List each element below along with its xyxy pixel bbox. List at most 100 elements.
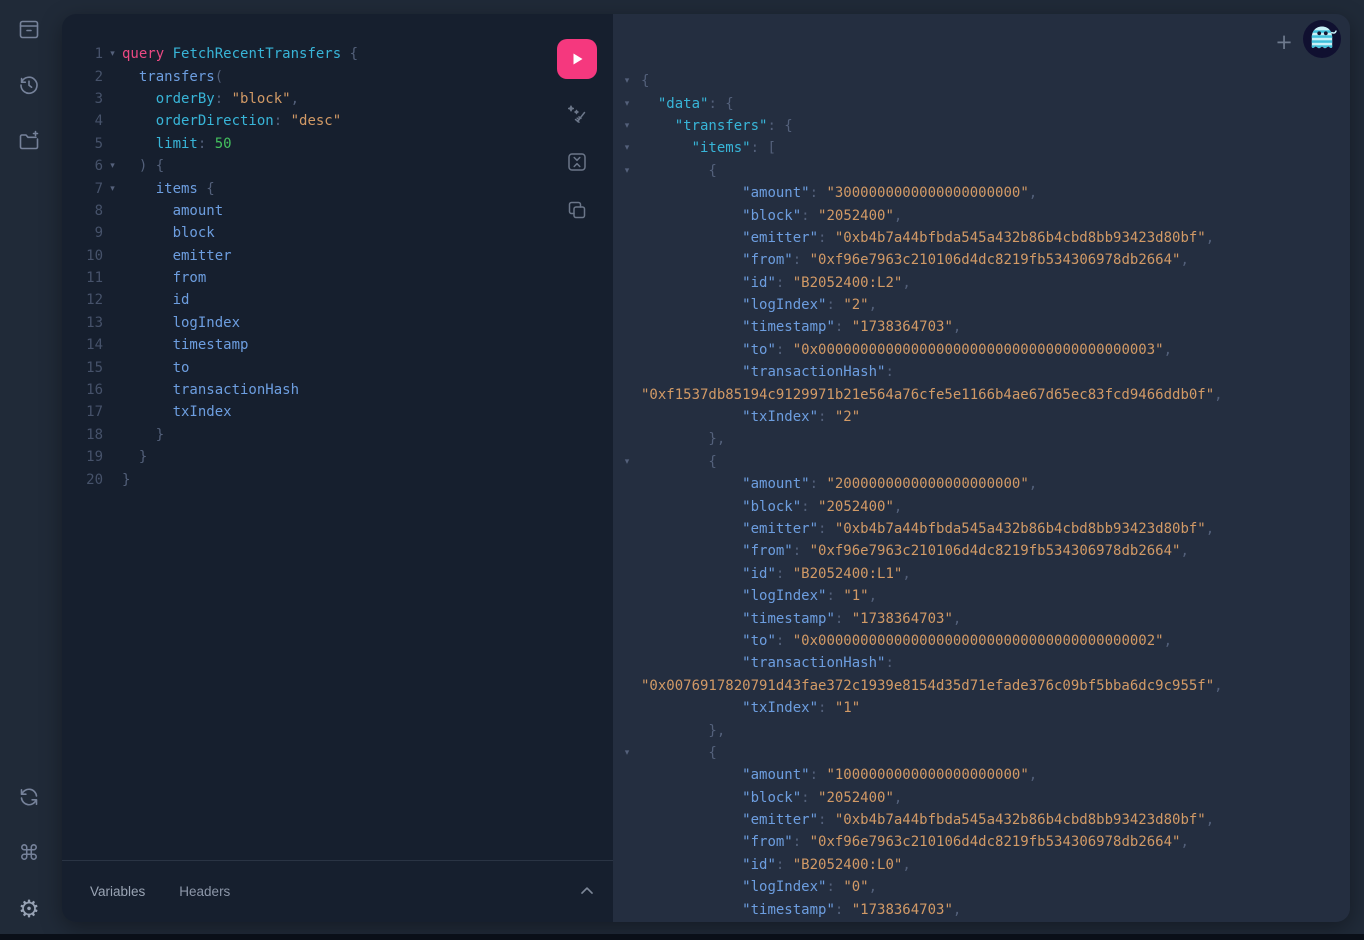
json-line: "timestamp": "1738364703", (613, 898, 1350, 920)
json-line: "transactionHash": (613, 652, 1350, 674)
chevron-up-icon[interactable] (577, 881, 597, 901)
code-token (641, 409, 742, 425)
code-token: id (173, 292, 190, 308)
add-tab-button[interactable]: + (1272, 30, 1296, 54)
code-token: "desc" (291, 113, 342, 129)
line-number: 20 (62, 472, 103, 488)
screen-edge (0, 934, 1364, 940)
json-line: ▾ "items": [ (613, 137, 1350, 159)
fold-arrow-icon[interactable]: ▾ (613, 457, 641, 467)
line-number: 12 (62, 292, 103, 308)
code-token: "2052400" (818, 499, 894, 515)
code-token (641, 655, 742, 671)
code-token (641, 588, 742, 604)
code-token: "2052400" (818, 790, 894, 806)
code-token: "data" (658, 96, 709, 112)
code-token: , (894, 499, 902, 515)
code-token: "1738364703" (852, 611, 953, 627)
code-token: } (122, 427, 164, 443)
json-line: "block": "2052400", (613, 204, 1350, 226)
json-line: "0x0076917820791d43fae372c1939e8154d35d7… (613, 675, 1350, 697)
query-line: 8 amount (62, 200, 613, 222)
json-line: "from": "0xf96e7963c210106d4dc8219fb5343… (613, 540, 1350, 562)
code-token: : (776, 566, 793, 582)
fold-arrow-icon[interactable]: ▾ (103, 161, 122, 171)
query-line: 5 limit: 50 (62, 133, 613, 155)
code-token (641, 700, 742, 716)
code-token: "items" (692, 140, 751, 156)
json-line: "amount": "3000000000000000000000", (613, 182, 1350, 204)
response-pane: + ▾{▾ "data": {▾ "transfers": (613, 14, 1350, 922)
code-token (122, 225, 173, 241)
settings-icon[interactable]: ⚙ (17, 897, 41, 921)
code-token: transfers (139, 69, 215, 85)
code-token: { (641, 454, 717, 470)
refetch-schema-icon[interactable] (17, 785, 41, 809)
code-token: "block" (742, 208, 801, 224)
merge-fragments-icon[interactable] (565, 150, 589, 174)
line-number: 8 (62, 203, 103, 219)
code-token: : (810, 185, 827, 201)
code-token (641, 230, 742, 246)
code-token: txIndex (173, 404, 232, 420)
folder-add-icon[interactable] (17, 129, 41, 153)
code-token: "block" (742, 499, 801, 515)
code-token (641, 566, 742, 582)
json-line: "emitter": "0xb4b7a44bfbda545a432b86b4cb… (613, 518, 1350, 540)
code-token (122, 270, 173, 286)
query-editor[interactable]: 1▾query FetchRecentTransfers {2 transfer… (62, 14, 613, 922)
json-line: "txIndex": "1" (613, 697, 1350, 719)
code-token: ( (215, 69, 223, 85)
json-line: ▾ { (613, 451, 1350, 473)
code-token: : { (708, 96, 733, 112)
fold-arrow-icon[interactable]: ▾ (613, 121, 641, 131)
code-token (641, 767, 742, 783)
json-line: ▾ "data": { (613, 92, 1350, 114)
fold-arrow-icon[interactable]: ▾ (613, 99, 641, 109)
code-token: "txIndex" (742, 700, 818, 716)
code-token: : { (767, 118, 792, 134)
code-token: , (1029, 476, 1037, 492)
fold-arrow-icon[interactable]: ▾ (613, 748, 641, 758)
tab-variables[interactable]: Variables (90, 884, 145, 899)
code-token: : (776, 275, 793, 291)
code-token (641, 342, 742, 358)
shortcuts-icon[interactable]: ⌘ (17, 841, 41, 865)
query-line: 15 to (62, 356, 613, 378)
line-number: 4 (62, 113, 103, 129)
copy-query-icon[interactable] (565, 198, 589, 222)
json-line: ▾ { (613, 742, 1350, 764)
line-number: 1 (62, 46, 103, 62)
code-token: limit (156, 136, 198, 152)
code-token: "to" (742, 342, 776, 358)
code-token (122, 113, 156, 129)
docs-icon[interactable] (17, 17, 41, 41)
code-token (122, 360, 173, 376)
code-token: , (1206, 812, 1214, 828)
json-line: "logIndex": "2", (613, 294, 1350, 316)
code-token (641, 611, 742, 627)
code-token: "0xb4b7a44bfbda545a432b86b4cbd8bb93423d8… (835, 521, 1206, 537)
json-line: "0xf1537db85194c9129971b21e564a76cfe5e11… (613, 383, 1350, 405)
code-token (641, 208, 742, 224)
code-token (122, 136, 156, 152)
fold-arrow-icon[interactable]: ▾ (613, 76, 641, 86)
execute-query-button[interactable] (557, 39, 597, 79)
fold-arrow-icon[interactable]: ▾ (613, 143, 641, 153)
json-line: }, (613, 719, 1350, 741)
fold-arrow-icon[interactable]: ▾ (103, 49, 122, 59)
tab-headers[interactable]: Headers (179, 884, 230, 899)
code-token (641, 543, 742, 559)
fold-arrow-icon[interactable]: ▾ (103, 184, 122, 194)
query-line: 18 } (62, 424, 613, 446)
fold-arrow-icon[interactable]: ▾ (613, 166, 641, 176)
json-line: "transactionHash": (613, 361, 1350, 383)
prettify-icon[interactable] (565, 103, 589, 127)
history-icon[interactable] (17, 73, 41, 97)
avatar[interactable] (1303, 20, 1341, 58)
code-token: "2000000000000000000000" (826, 476, 1028, 492)
code-token (641, 96, 658, 112)
code-token: : (776, 342, 793, 358)
code-token: : (835, 902, 852, 918)
code-token: , (1029, 185, 1037, 201)
